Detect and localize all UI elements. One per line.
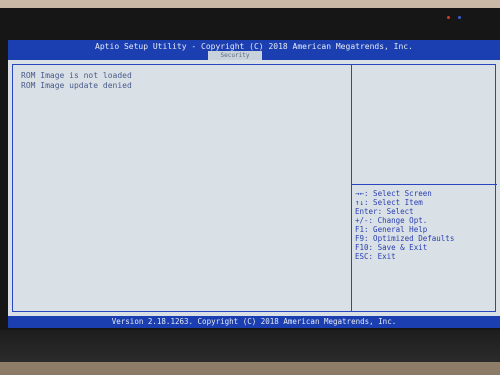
help-save-exit: F10: Save & Exit xyxy=(355,243,428,252)
panel-divider-vertical xyxy=(351,65,352,311)
message-rom-not-loaded: ROM Image is not loaded xyxy=(21,71,132,80)
help-select-item: ↑↓: Select Item xyxy=(355,198,423,207)
help-enter-select: Enter: Select xyxy=(355,207,414,216)
bios-title: Aptio Setup Utility - Copyright (C) 2018… xyxy=(95,42,413,51)
status-led-blue xyxy=(458,16,461,19)
help-select-screen: →←: Select Screen xyxy=(355,189,432,198)
tab-security[interactable]: Security xyxy=(208,51,262,60)
bios-screen: Aptio Setup Utility - Copyright (C) 2018… xyxy=(8,40,500,328)
monitor-bezel-bottom xyxy=(0,330,500,362)
panel-divider-horizontal xyxy=(351,184,497,185)
message-rom-update-denied: ROM Image update denied xyxy=(21,81,132,90)
main-panel: ROM Image is not loaded ROM Image update… xyxy=(12,64,497,312)
footer-version: Version 2.18.1263. Copyright (C) 2018 Am… xyxy=(8,316,500,328)
help-optimized-defaults: F9: Optimized Defaults xyxy=(355,234,455,243)
title-bar: Aptio Setup Utility - Copyright (C) 2018… xyxy=(8,40,500,60)
help-change-opt: +/-: Change Opt. xyxy=(355,216,428,225)
status-led-red xyxy=(447,16,450,19)
help-esc-exit: ESC: Exit xyxy=(355,252,396,261)
help-general-help: F1: General Help xyxy=(355,225,428,234)
